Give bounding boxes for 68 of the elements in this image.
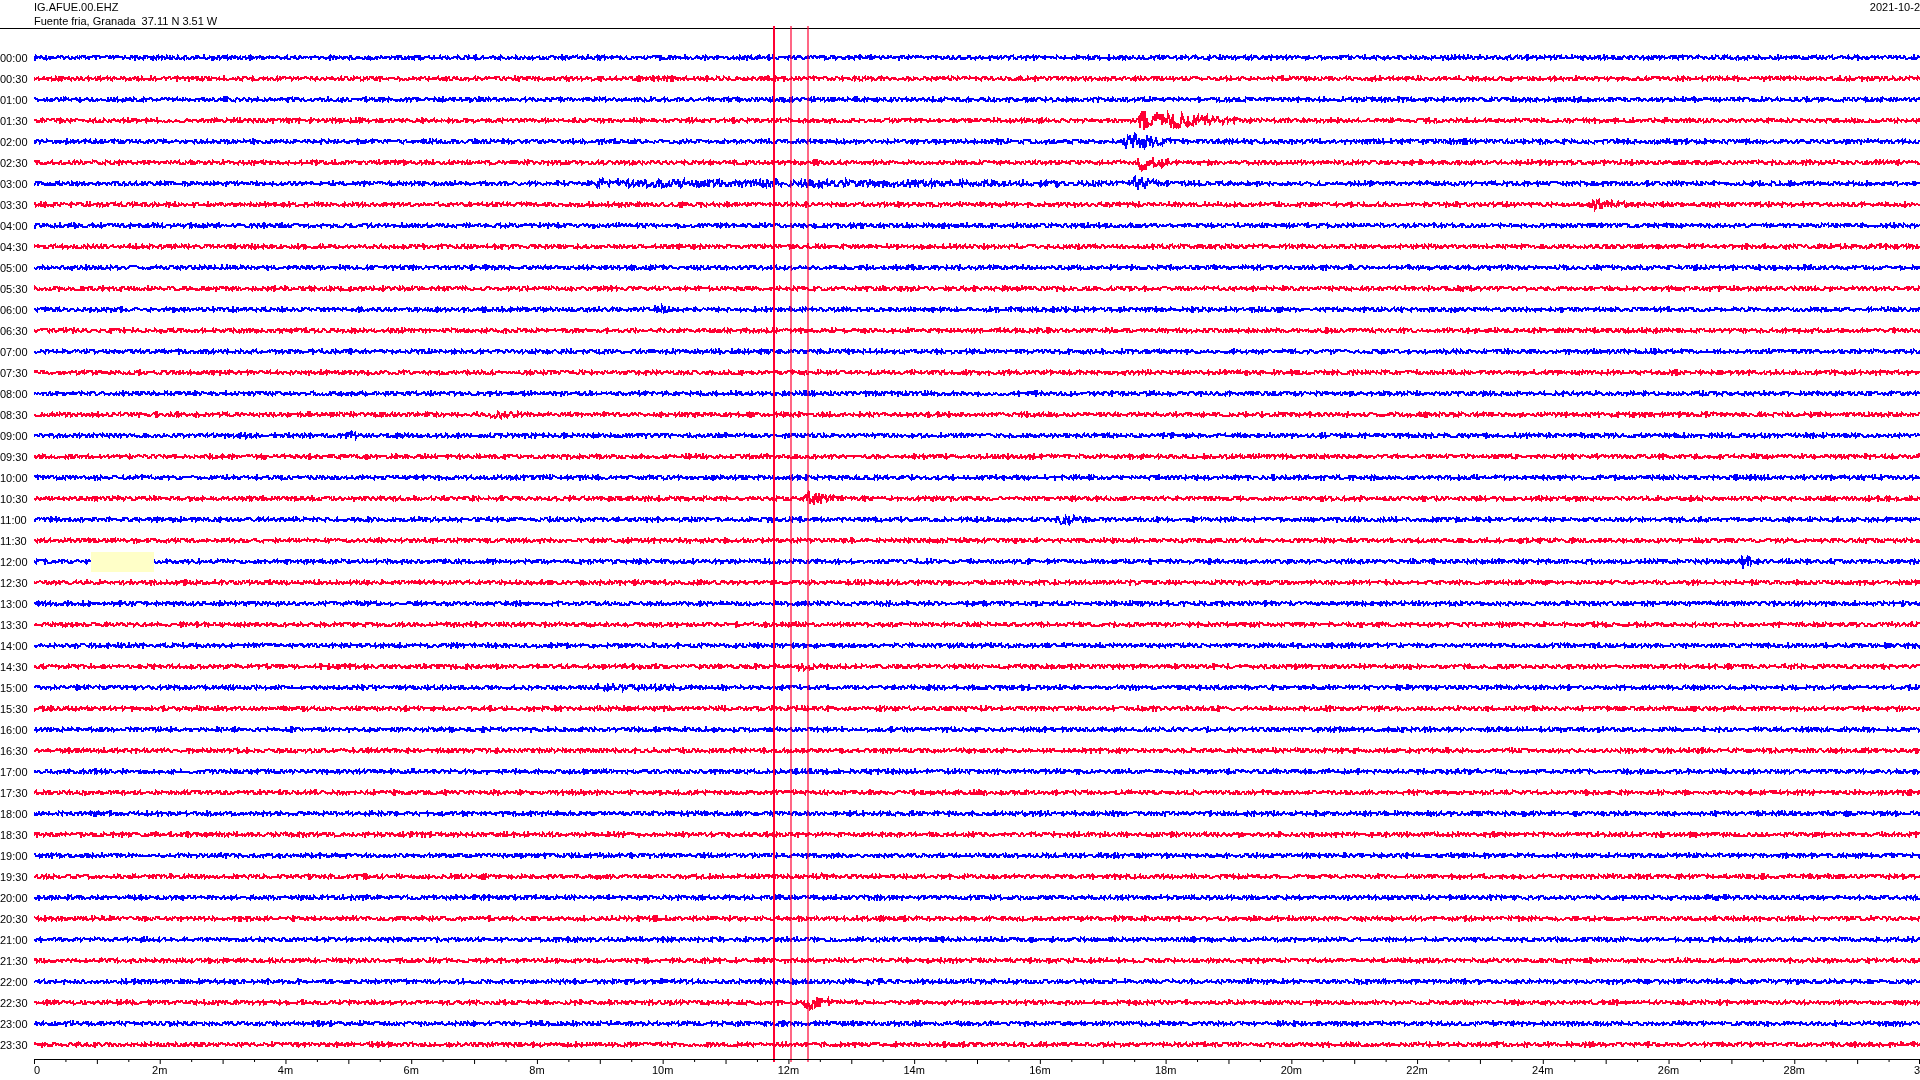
time-label: 18:00	[0, 807, 29, 820]
time-label: 03:30	[0, 198, 29, 211]
time-label: 02:00	[0, 135, 29, 148]
time-label: 04:00	[0, 219, 29, 232]
time-label: 09:00	[0, 429, 29, 442]
axis-label: 24m	[1532, 1064, 1554, 1076]
time-label: 15:00	[0, 681, 29, 694]
time-label: 13:30	[0, 618, 29, 631]
time-label: 19:30	[0, 870, 29, 883]
axis-label: 22m	[1406, 1064, 1428, 1076]
time-label: 15:30	[0, 702, 29, 715]
axis-label: 8m	[529, 1064, 545, 1076]
axis-label: 16m	[1029, 1064, 1051, 1076]
time-label: 17:00	[0, 765, 29, 778]
plot-date: 2021-10-2	[1869, 0, 1920, 15]
time-label: 06:00	[0, 303, 29, 316]
time-label: 10:30	[0, 492, 29, 505]
axis-label: 18m	[1154, 1064, 1177, 1076]
time-label: 14:00	[0, 639, 29, 652]
station-code: IG.AFUE.00.EHZ	[34, 0, 120, 14]
time-label: 06:30	[0, 324, 29, 337]
time-label: 05:30	[0, 282, 29, 295]
time-label: 18:30	[0, 828, 29, 841]
time-label: 17:30	[0, 786, 29, 799]
time-label: 23:00	[0, 1017, 29, 1030]
axis-label: 2m	[152, 1064, 168, 1076]
time-label: 09:30	[0, 450, 29, 463]
time-label: 07:00	[0, 345, 29, 358]
axis-label: 20m	[1280, 1064, 1303, 1076]
time-label: 16:00	[0, 723, 29, 736]
time-label: 00:00	[0, 51, 29, 64]
axis-label: 10m	[651, 1064, 674, 1076]
time-label: 11:00	[0, 513, 28, 526]
time-label: 20:30	[0, 912, 29, 925]
highlight-block	[91, 552, 154, 572]
time-label: 05:00	[0, 261, 29, 274]
time-label: 13:00	[0, 597, 29, 610]
axis-label: 6m	[403, 1064, 419, 1076]
time-label: 20:00	[0, 891, 29, 904]
time-label: 03:00	[0, 177, 29, 190]
time-label: 08:00	[0, 387, 29, 400]
time-label: 21:30	[0, 954, 29, 967]
time-label: 11:30	[0, 534, 28, 547]
time-label: 23:30	[0, 1038, 29, 1051]
station-location: Fuente fria, Granada 37.11 N 3.51 W	[34, 14, 218, 28]
time-label: 22:00	[0, 975, 29, 988]
axis-label: 26m	[1657, 1064, 1680, 1076]
time-label: 16:30	[0, 744, 29, 757]
time-label: 12:30	[0, 576, 29, 589]
time-label: 14:30	[0, 660, 29, 673]
axis-label: 3	[1913, 1064, 1920, 1076]
axis-label: 28m	[1783, 1064, 1805, 1076]
time-label: 02:30	[0, 156, 29, 169]
time-label: 01:30	[0, 114, 29, 127]
time-label: 12:00	[0, 555, 29, 568]
axis-label: 4m	[277, 1064, 294, 1076]
time-label: 01:00	[0, 93, 29, 106]
axis-label: 14m	[903, 1064, 925, 1076]
time-label: 21:00	[0, 933, 29, 946]
time-label: 22:30	[0, 996, 29, 1009]
time-label: 04:30	[0, 240, 29, 253]
time-label: 08:30	[0, 408, 29, 421]
time-label: 07:30	[0, 366, 29, 379]
time-label: 19:00	[0, 849, 29, 862]
time-label: 10:00	[0, 471, 29, 484]
time-label: 00:30	[0, 72, 29, 85]
axis-label: 0	[33, 1064, 41, 1076]
axis-label: 12m	[777, 1064, 800, 1076]
